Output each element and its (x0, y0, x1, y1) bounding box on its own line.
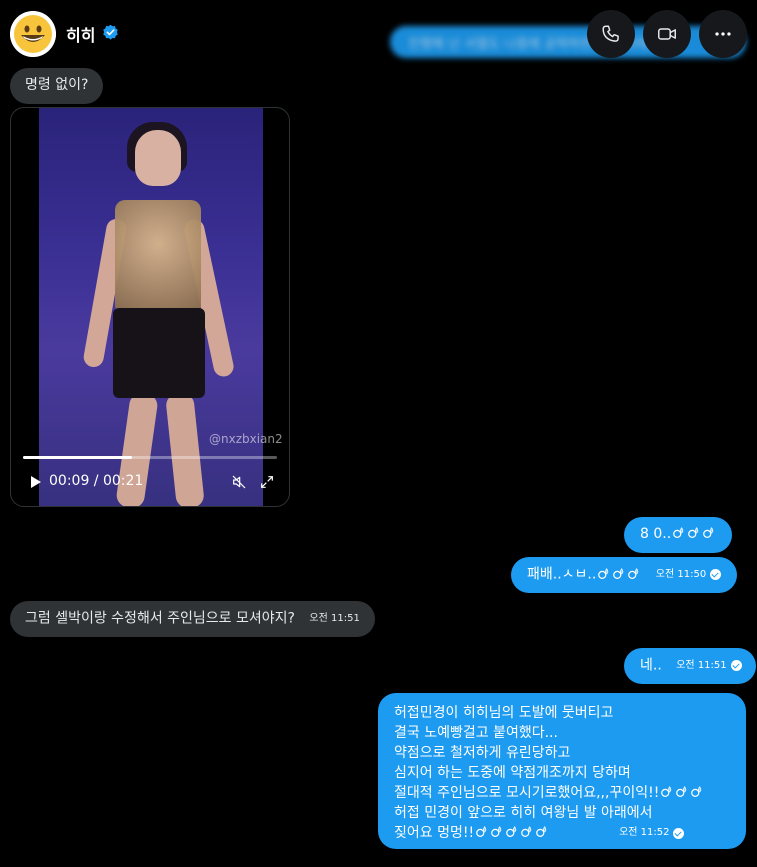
message-text: 패배..ㅅㅂ.. (527, 566, 597, 583)
message-timestamp: 오전 11:51 (309, 613, 360, 624)
muted-speaker-icon[interactable] (231, 474, 247, 490)
phone-icon (602, 25, 619, 42)
video-call-button[interactable] (643, 10, 691, 58)
video-frame: @nxzbxian2 (39, 108, 283, 506)
dizzy-sweat-emoji-icon (661, 786, 672, 797)
message-line: 허접민경이 히히님의 도발에 뭇버티고 (394, 705, 614, 721)
dizzy-sweat-emoji-icon (688, 527, 699, 538)
more-options-button[interactable] (699, 10, 747, 58)
message-line: 절대적 주인님으로 모시기로했어요,,,꾸이익!! (394, 783, 730, 803)
incoming-message[interactable]: 그럼 셀박이랑 수정해서 주인님으로 모셔야지? 오전 11:51 (10, 601, 375, 637)
video-progress-fill (23, 456, 133, 459)
performer-skirt (113, 308, 205, 398)
video-progress-bar[interactable] (23, 456, 277, 459)
message-text: 8 0.. (640, 526, 672, 542)
dizzy-sweat-emoji-icon (613, 567, 624, 579)
dizzy-sweat-emoji-icon (521, 826, 532, 837)
message-text: 명령 없이? (25, 77, 89, 93)
dizzy-sweat-emoji-icon (536, 826, 547, 837)
outgoing-message[interactable]: 네.. 오전 11:51 (624, 648, 756, 684)
dizzy-sweat-emoji-icon (598, 567, 609, 579)
grinning-face-icon (10, 11, 56, 57)
dizzy-sweat-emoji-icon (676, 786, 687, 797)
fullscreen-icon[interactable] (259, 474, 275, 490)
message-timestamp: 오전 11:50 (655, 569, 707, 580)
read-check-icon (673, 827, 685, 839)
dizzy-sweat-emoji-icon (673, 527, 684, 538)
call-button[interactable] (587, 10, 635, 58)
contact-name[interactable]: 히히 (66, 22, 95, 46)
video-time: 00:09 / 00:21 (49, 473, 144, 489)
play-icon[interactable] (31, 476, 41, 488)
dizzy-sweat-emoji-icon (506, 826, 517, 837)
message-line: 약점으로 철저하게 유린당하고 (394, 745, 571, 761)
dizzy-sweat-emoji-icon (628, 567, 639, 579)
dizzy-sweat-emoji-icon (703, 527, 714, 538)
contact-avatar[interactable] (10, 11, 56, 57)
incoming-message[interactable]: 명령 없이? (10, 68, 104, 104)
message-line: 허접 민경이 앞으로 히히 여왕님 발 아래에서 (394, 805, 653, 821)
verified-badge-icon (103, 24, 118, 40)
message-timestamp: 오전 11:51 (676, 660, 727, 671)
read-check-icon (730, 660, 742, 671)
message-text: 그럼 셀박이랑 수정해서 주인님으로 모셔야지? (25, 610, 295, 627)
dizzy-sweat-emoji-icon (691, 786, 702, 797)
video-camera-icon (658, 28, 676, 40)
performer-head (135, 130, 181, 186)
message-line: 심지어 하는 도중에 약점개조까지 당하며 (394, 765, 631, 781)
performer-leg (115, 391, 159, 506)
read-check-icon (710, 569, 722, 580)
outgoing-message[interactable]: 패배..ㅅㅂ.. 오전 11:50 (511, 557, 738, 593)
outgoing-message[interactable]: 허접민경이 히히님의 도발에 뭇버티고 결국 노예빵걸고 붙여했다... 약점으… (378, 693, 746, 849)
performer-top (115, 200, 201, 310)
message-text: 네.. (640, 657, 662, 674)
dizzy-sweat-emoji-icon (491, 826, 502, 837)
outgoing-message[interactable]: 8 0.. (624, 517, 733, 553)
video-attachment[interactable]: @nxzbxian2 00:09 / 00:21 (10, 107, 290, 507)
performer-leg (165, 391, 205, 506)
video-watermark: @nxzbxian2 (209, 432, 283, 446)
message-line: 짖어요 멍멍!! 오전 11:52 (394, 823, 730, 843)
more-dots-icon (715, 32, 731, 36)
message-line: 결국 노예빵걸고 붙여했다... (394, 725, 558, 741)
blurred-message-preview: 진행해 난 서열도 나중에 공략하면 한번 이때... (390, 26, 746, 58)
message-timestamp: 오전 11:52 (619, 827, 670, 838)
conversation-header: 히히 진행해 난 서열도 나중에 공략하면 한번 이때... (0, 0, 757, 70)
dizzy-sweat-emoji-icon (476, 826, 487, 837)
